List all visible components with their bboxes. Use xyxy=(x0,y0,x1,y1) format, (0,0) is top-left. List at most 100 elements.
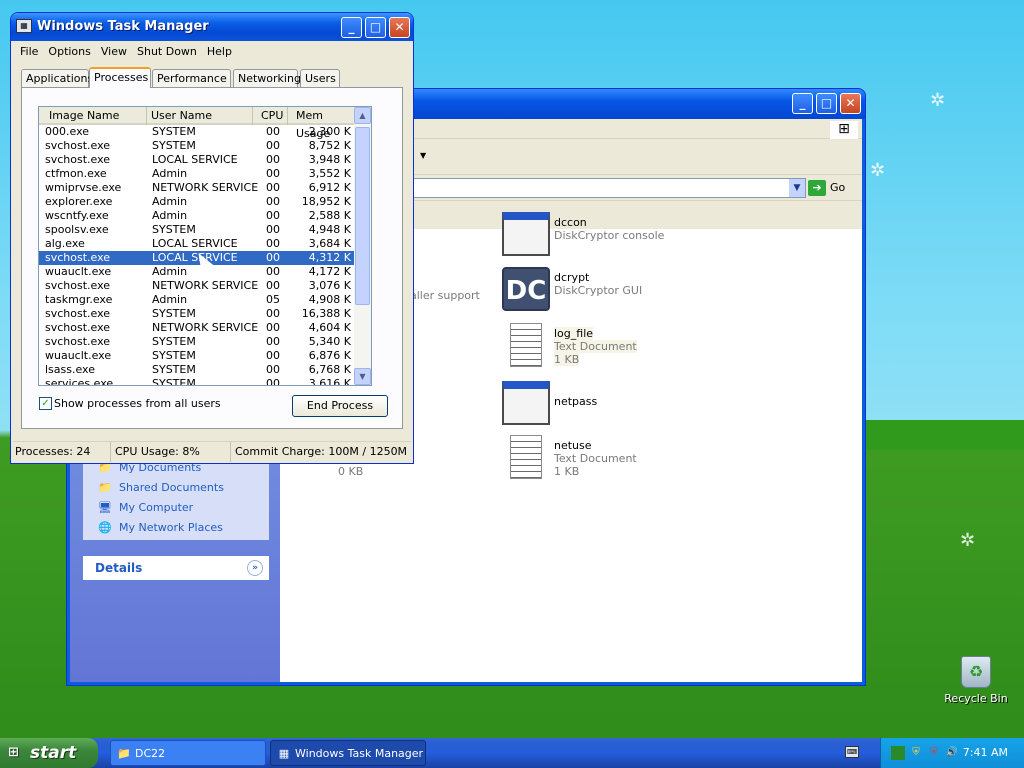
process-name: svchost.exe xyxy=(45,153,111,166)
process-user: NETWORK SERVICE xyxy=(152,279,259,292)
process-list[interactable]: Image Name User Name CPU Mem Usage 000.e… xyxy=(38,106,372,386)
close-button[interactable]: ✕ xyxy=(840,93,861,114)
system-tray: ⛨ ⛨ 🔊 7:41 AM xyxy=(880,738,1024,768)
process-row[interactable]: svchost.exe LOCAL SERVICE 00 3,948 K xyxy=(39,153,371,167)
process-row[interactable]: svchost.exe SYSTEM 00 5,340 K xyxy=(39,335,371,349)
file-item-dccon[interactable]: dccon DiskCryptor console xyxy=(502,212,682,262)
tab-applications[interactable]: Applications xyxy=(21,69,93,87)
go-arrow-icon: ➔ xyxy=(808,180,826,196)
process-row[interactable]: wmiprvse.exe NETWORK SERVICE 00 6,912 K xyxy=(39,181,371,195)
tab-strip: Applications Processes Performance Netwo… xyxy=(21,67,403,88)
process-cpu: 00 xyxy=(266,125,280,138)
security-shield-icon[interactable]: ⛨ xyxy=(909,746,923,760)
chevron-down-icon[interactable]: » xyxy=(247,560,263,576)
column-cpu[interactable]: CPU xyxy=(253,107,288,125)
task-manager-titlebar[interactable]: ▦ Windows Task Manager _ □ ✕ xyxy=(11,13,413,41)
process-row[interactable]: svchost.exe SYSTEM 00 8,752 K xyxy=(39,139,371,153)
taskbar-button-task-manager[interactable]: ▦ Windows Task Manager xyxy=(270,740,426,766)
process-row[interactable]: wscntfy.exe Admin 00 2,588 K xyxy=(39,209,371,223)
process-row[interactable]: ctfmon.exe Admin 00 3,552 K xyxy=(39,167,371,181)
process-user: SYSTEM xyxy=(152,223,196,236)
show-all-users-label[interactable]: Show processes from all users xyxy=(54,397,221,410)
place-my-computer[interactable]: 🖥 My Computer xyxy=(83,498,269,518)
process-name: wuauclt.exe xyxy=(45,265,112,278)
task-manager-window[interactable]: ▦ Windows Task Manager _ □ ✕ File Options… xyxy=(10,12,414,464)
maximize-button[interactable]: □ xyxy=(816,93,837,114)
keyboard-icon[interactable]: ⌨ xyxy=(845,746,859,758)
process-row[interactable]: services.exe SYSTEM 00 3,616 K xyxy=(39,377,371,386)
maximize-button[interactable]: □ xyxy=(365,17,386,38)
address-dropdown-icon[interactable]: ▼ xyxy=(789,179,805,197)
process-user: SYSTEM xyxy=(152,377,196,386)
menu-help[interactable]: Help xyxy=(202,43,237,61)
recycle-bin-label: Recycle Bin xyxy=(944,692,1008,705)
scroll-thumb[interactable] xyxy=(355,127,370,305)
tab-performance[interactable]: Performance xyxy=(152,69,231,87)
cpu-meter-icon[interactable] xyxy=(891,746,905,760)
process-row[interactable]: spoolsv.exe SYSTEM 00 4,948 K xyxy=(39,223,371,237)
process-mem: 16,388 K xyxy=(301,307,351,320)
process-row[interactable]: alg.exe LOCAL SERVICE 00 3,684 K xyxy=(39,237,371,251)
menu-shut-down[interactable]: Shut Down xyxy=(132,43,202,61)
show-all-users-checkbox[interactable]: ✓ xyxy=(39,397,52,410)
volume-icon[interactable]: 🔊 xyxy=(945,746,959,760)
menu-options[interactable]: Options xyxy=(43,43,95,61)
process-name: services.exe xyxy=(45,377,114,386)
list-header: Image Name User Name CPU Mem Usage xyxy=(39,107,371,140)
tab-processes[interactable]: Processes xyxy=(89,67,151,88)
minimize-button[interactable]: _ xyxy=(341,17,362,38)
menu-file[interactable]: File xyxy=(15,43,43,61)
end-process-button[interactable]: End Process xyxy=(292,395,388,417)
place-shared-documents[interactable]: 📁 Shared Documents xyxy=(83,478,269,498)
process-cpu: 00 xyxy=(266,377,280,386)
tab-users[interactable]: Users xyxy=(300,69,340,87)
file-item-dcrypt[interactable]: DC dcrypt DiskCryptor GUI xyxy=(502,267,682,317)
folder-icon: 📁 xyxy=(117,747,131,760)
process-row[interactable]: taskmgr.exe Admin 05 4,908 K xyxy=(39,293,371,307)
close-button[interactable]: ✕ xyxy=(389,17,410,38)
status-bar: Processes: 24 CPU Usage: 8% Commit Charg… xyxy=(13,441,411,462)
process-row[interactable]: lsass.exe SYSTEM 00 6,768 K xyxy=(39,363,371,377)
column-user-name[interactable]: User Name xyxy=(147,107,253,125)
process-mem: 4,172 K xyxy=(308,265,351,278)
file-item-netpass[interactable]: netpass xyxy=(502,381,682,431)
start-button[interactable]: ⊞ start xyxy=(0,738,98,768)
scroll-down-icon[interactable]: ▼ xyxy=(354,368,371,385)
process-user: SYSTEM xyxy=(152,307,196,320)
menu-view[interactable]: View xyxy=(96,43,132,61)
process-mem: 4,604 K xyxy=(308,321,351,334)
column-image-name[interactable]: Image Name xyxy=(39,107,147,125)
process-cpu: 00 xyxy=(266,251,280,264)
status-cpu-usage: CPU Usage: 8% xyxy=(113,442,231,462)
process-row[interactable]: wuauclt.exe SYSTEM 00 6,876 K xyxy=(39,349,371,363)
process-row[interactable]: svchost.exe NETWORK SERVICE 00 3,076 K xyxy=(39,279,371,293)
partial-file-desc: aller support xyxy=(410,289,480,302)
process-cpu: 00 xyxy=(266,307,280,320)
scroll-up-icon[interactable]: ▲ xyxy=(354,107,371,124)
tab-networking[interactable]: Networking xyxy=(233,69,301,87)
go-button[interactable]: ➔ Go xyxy=(808,178,856,198)
process-row[interactable]: svchost.exe SYSTEM 00 16,388 K xyxy=(39,307,371,321)
text-document-icon xyxy=(510,323,542,367)
taskbar-button-dc22[interactable]: 📁 DC22 xyxy=(110,740,266,766)
file-item-log-file[interactable]: log_file Text Document 1 KB xyxy=(502,323,682,373)
process-row[interactable]: explorer.exe Admin 00 18,952 K xyxy=(39,195,371,209)
process-mem: 8,752 K xyxy=(308,139,351,152)
place-my-network-places[interactable]: 🌐 My Network Places xyxy=(83,518,269,538)
minimize-button[interactable]: _ xyxy=(792,93,813,114)
views-dropdown-icon[interactable]: ▼ xyxy=(420,151,426,160)
recycle-bin[interactable]: ♻ Recycle Bin xyxy=(944,656,1008,705)
process-name: spoolsv.exe xyxy=(45,223,109,236)
clock: 7:41 AM xyxy=(962,746,1008,759)
process-cpu: 00 xyxy=(266,167,280,180)
process-row[interactable]: svchost.exe NETWORK SERVICE 00 4,604 K xyxy=(39,321,371,335)
security-alert-icon[interactable]: ⛨ xyxy=(927,746,941,760)
vertical-scrollbar[interactable]: ▲ ▼ xyxy=(354,107,371,385)
file-item-netuse[interactable]: netuse Text Document 1 KB xyxy=(502,435,682,485)
details-panel-header[interactable]: Details» xyxy=(83,556,269,580)
recycle-bin-icon: ♻ xyxy=(961,656,991,688)
folder-icon: 📁 xyxy=(98,481,112,494)
column-mem-usage[interactable]: Mem Usage xyxy=(288,107,356,140)
address-input[interactable]: ▼ xyxy=(410,178,806,198)
process-row[interactable]: 000.exe SYSTEM 00 2,300 K xyxy=(39,125,371,139)
